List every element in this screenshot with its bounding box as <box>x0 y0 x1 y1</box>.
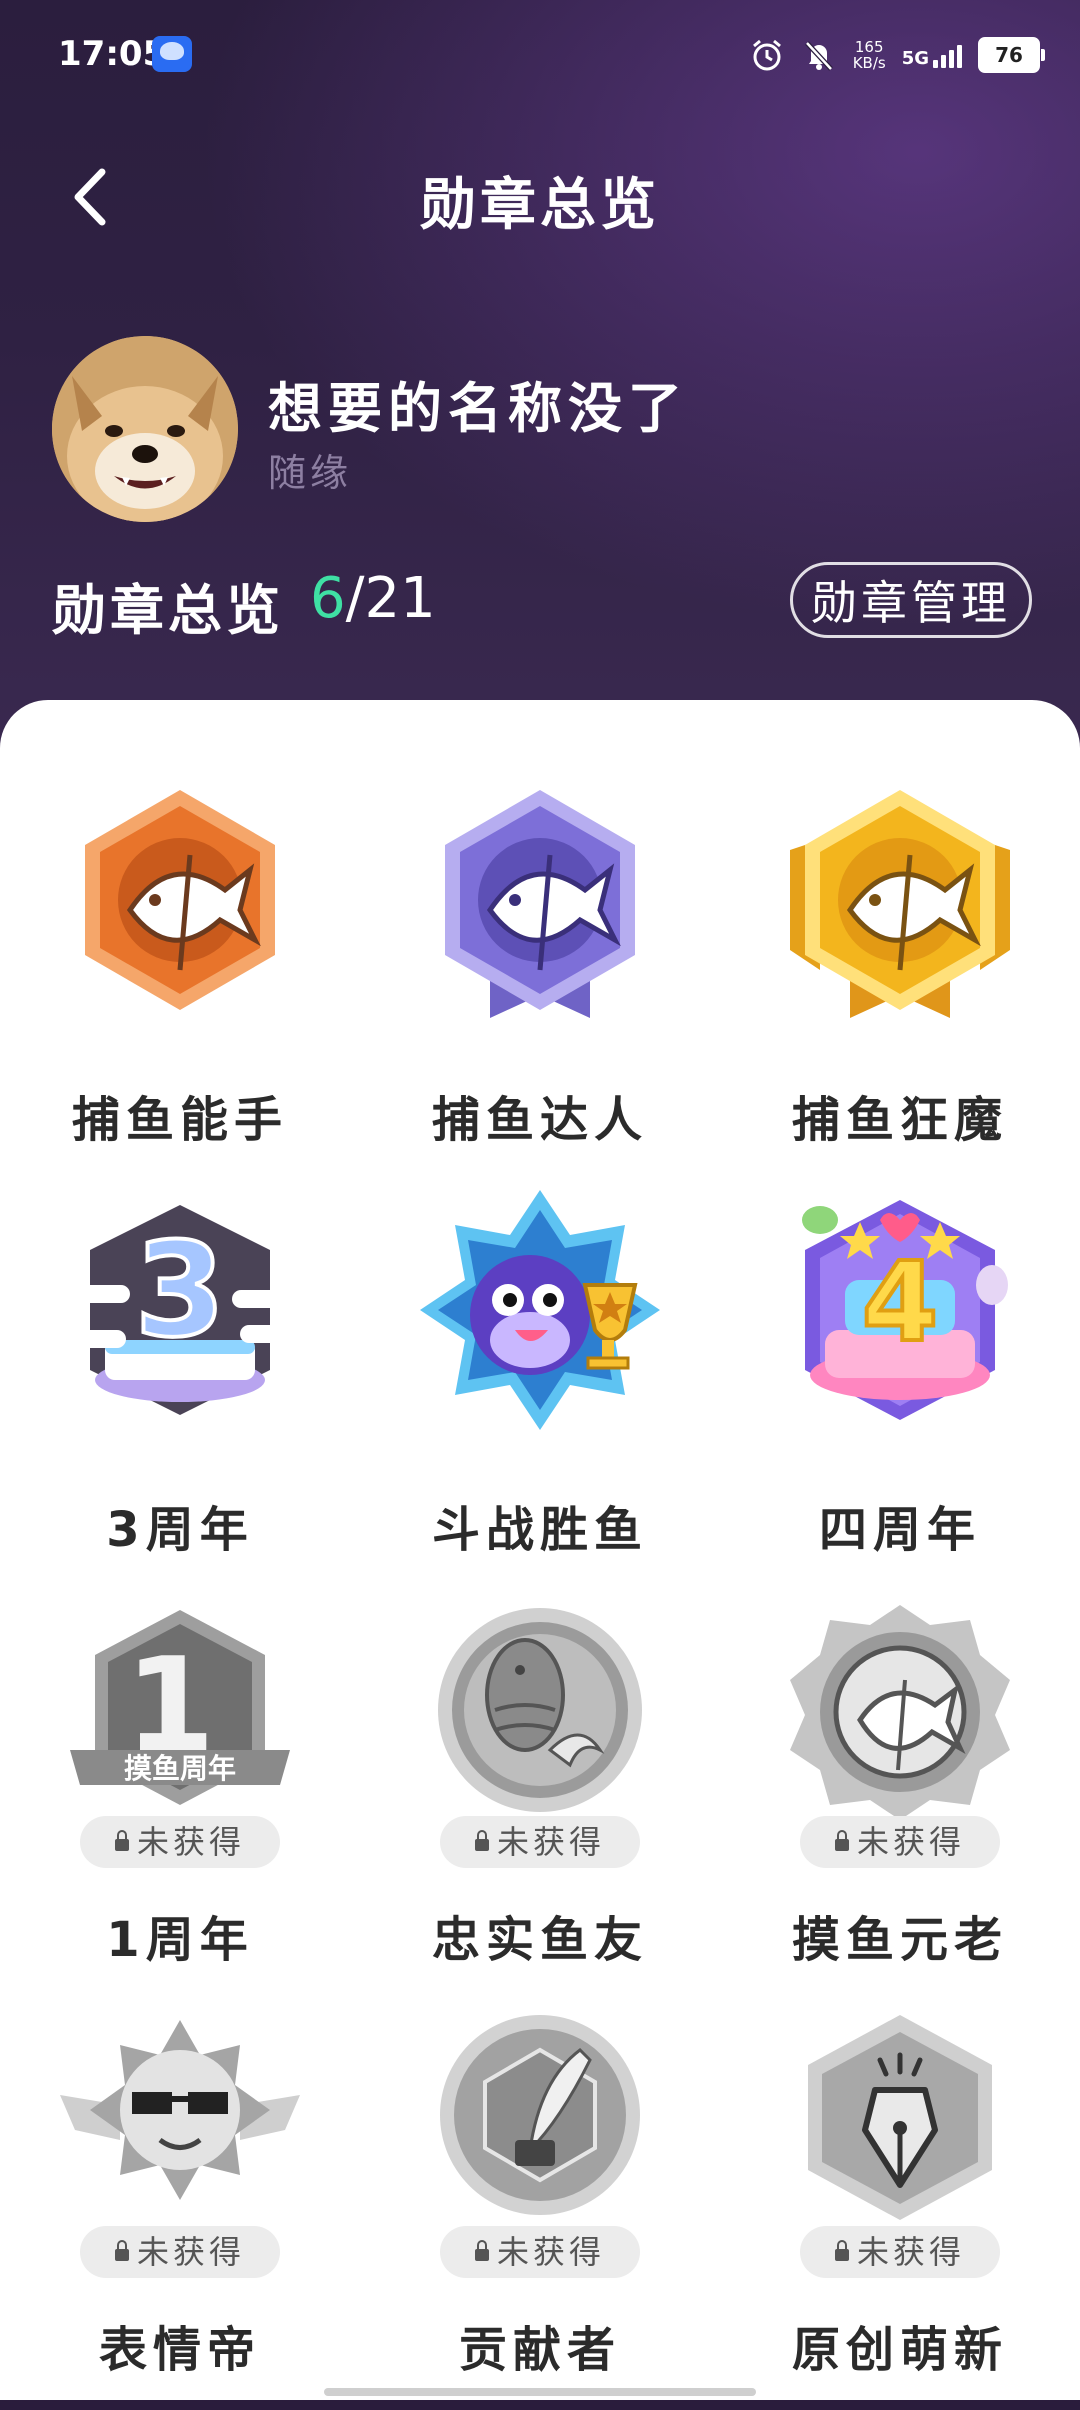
badge-art-number: 4 <box>862 1238 939 1366</box>
locked-label: 未获得 <box>136 1823 245 1861</box>
badge-name: 表情帝 <box>98 2322 261 2378</box>
locked-label: 未获得 <box>856 1823 965 1861</box>
badge-item[interactable]: 斗战胜鱼 <box>400 1190 680 1590</box>
sunglasses-emoji-badge-icon <box>60 2020 300 2200</box>
battery-icon: 76 <box>978 37 1045 73</box>
first-anniversary-badge-icon: 1 摸鱼周年 <box>70 1610 290 1805</box>
lock-icon <box>834 2240 849 2261</box>
avatar[interactable] <box>52 336 238 522</box>
badge-item[interactable]: 捕鱼达人 <box>400 780 680 1180</box>
badge-item[interactable]: 未获得 表情帝 <box>40 2010 320 2410</box>
locked-tag: 未获得 <box>440 1816 640 1868</box>
pufferfish-trophy-badge-icon <box>420 1190 660 1430</box>
fish-badge-gold-icon <box>790 790 1010 1018</box>
badge-name: 1周年 <box>106 1912 254 1968</box>
shiba-dog-avatar-icon <box>52 336 238 522</box>
status-icons: 165 KB/s 5G 76 <box>749 30 1045 80</box>
lock-icon <box>114 2240 129 2261</box>
badge-overview-label: 勋章总览 <box>52 579 284 642</box>
badge-manage-button[interactable]: 勋章管理 <box>790 562 1032 638</box>
badge-name: 摸鱼元老 <box>791 1912 1008 1968</box>
page-title: 勋章总览 <box>420 173 660 238</box>
net-speed-unit: KB/s <box>852 54 886 72</box>
badge-name: 原创萌新 <box>791 2322 1008 2378</box>
badge-count: 6/21 <box>310 566 436 631</box>
badge-earned-count: 6 <box>310 566 346 631</box>
fountain-pen-badge-icon <box>808 2015 992 2220</box>
loyal-fish-friend-badge-icon <box>438 1608 642 1812</box>
badge-total-count: /21 <box>345 566 436 631</box>
badge-item[interactable]: 未获得 贡献者 <box>400 2010 680 2410</box>
username: 想要的名称没了 <box>268 377 688 440</box>
badge-art-banner: 摸鱼周年 <box>124 1752 236 1785</box>
third-anniversary-cake-icon: 3 <box>70 1205 292 1415</box>
locked-tag: 未获得 <box>440 2226 640 2278</box>
badge-name: 四周年 <box>818 1502 981 1558</box>
badge-item[interactable]: 1 摸鱼周年 未获得 1周年 <box>40 1600 320 2000</box>
locked-tag: 未获得 <box>800 2226 1000 2278</box>
mute-icon <box>804 41 833 71</box>
app-notification-icon <box>152 36 192 72</box>
badge-item[interactable]: 捕鱼能手 <box>40 780 320 1180</box>
locked-tag: 未获得 <box>80 2226 280 2278</box>
lock-icon <box>474 2240 489 2261</box>
badge-item[interactable]: 未获得 忠实鱼友 <box>400 1600 680 2000</box>
locked-label: 未获得 <box>496 2233 605 2271</box>
signal-icon <box>933 42 962 68</box>
locked-label: 未获得 <box>136 2233 245 2271</box>
net-speed-value: 165 <box>854 38 884 56</box>
badge-name: 贡献者 <box>458 2322 621 2378</box>
badge-name: 捕鱼狂魔 <box>791 1092 1008 1148</box>
fourth-anniversary-cake-icon: 4 <box>802 1200 1008 1420</box>
fish-badge-purple-icon <box>445 790 635 1018</box>
badge-name: 捕鱼能手 <box>71 1092 288 1148</box>
alarm-icon <box>752 39 781 71</box>
fishing-veteran-badge-icon <box>790 1605 1010 1820</box>
fish-badge-orange-icon <box>85 790 275 1010</box>
lock-icon <box>474 1830 489 1851</box>
locked-tag: 未获得 <box>80 1816 280 1868</box>
badge-name: 忠实鱼友 <box>431 1912 648 1968</box>
locked-label: 未获得 <box>496 1823 605 1861</box>
quill-contributor-badge-icon <box>440 2015 640 2215</box>
net-speed: 165 KB/s <box>853 39 886 71</box>
status-bar: 17:05 165 KB/s 5G 76 <box>0 0 1080 110</box>
locked-label: 未获得 <box>856 2233 965 2271</box>
locked-tag: 未获得 <box>800 1816 1000 1868</box>
badge-name: 捕鱼达人 <box>431 1092 648 1148</box>
lock-icon <box>834 1830 849 1851</box>
badge-name: 3周年 <box>106 1502 254 1558</box>
badge-item[interactable]: 捕鱼狂魔 <box>760 780 1040 1180</box>
status-time: 17:05 <box>58 34 167 74</box>
network-type: 5G <box>901 48 929 69</box>
badge-item[interactable]: 未获得 原创萌新 <box>760 2010 1040 2410</box>
lock-icon <box>114 1830 129 1851</box>
badge-art-number: 3 <box>135 1214 225 1366</box>
badge-name: 斗战胜鱼 <box>431 1502 648 1558</box>
user-signature: 随缘 <box>268 451 353 495</box>
badge-item[interactable]: 未获得 摸鱼元老 <box>760 1600 1040 2000</box>
badge-item[interactable]: 4 四周年 <box>760 1190 1040 1590</box>
home-indicator[interactable] <box>324 2388 756 2396</box>
network-indicator: 5G <box>902 42 962 68</box>
badge-item[interactable]: 3 3周年 <box>40 1190 320 1590</box>
badge-grid-panel: 捕鱼能手 捕鱼达人 捕鱼狂魔 3 3周年 斗战胜鱼 4 四周年 1 摸鱼周年 未… <box>0 700 1080 2400</box>
